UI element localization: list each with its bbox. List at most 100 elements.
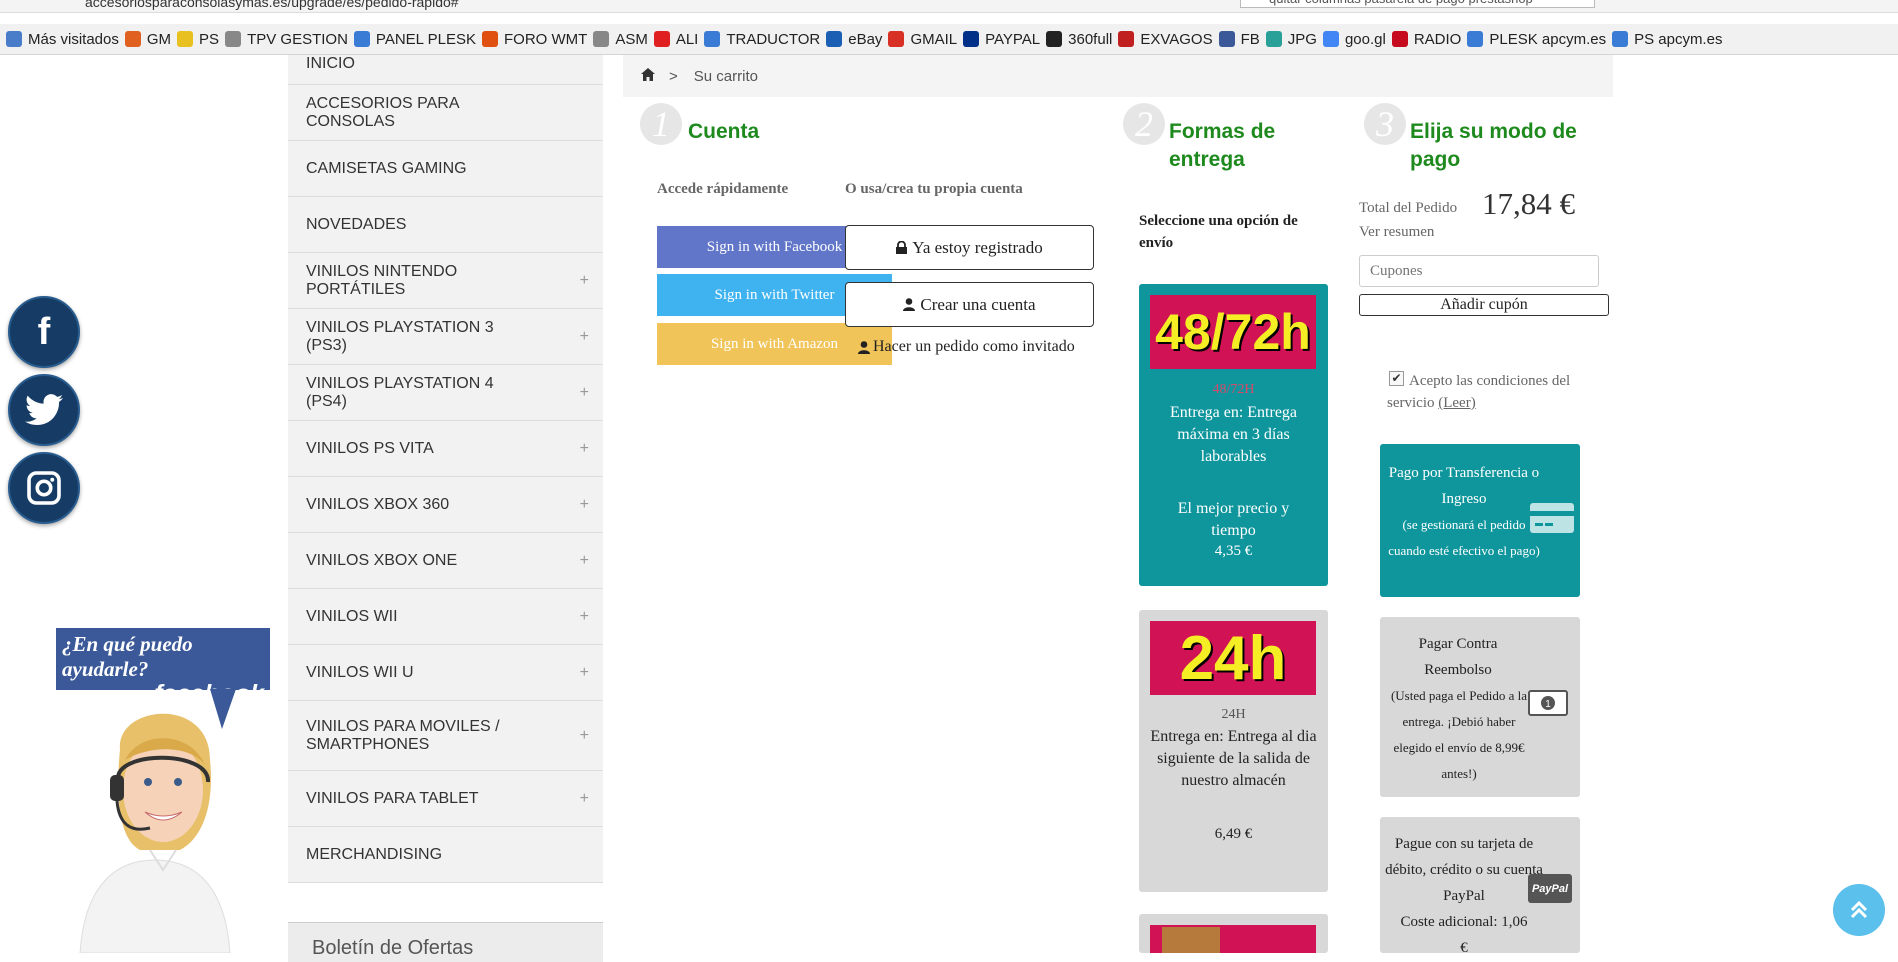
bookmark-item[interactable]: FB: [1218, 31, 1260, 48]
bookmark-favicon-icon: [1612, 31, 1629, 47]
category-item[interactable]: VINILOS XBOX ONE +: [288, 533, 603, 589]
category-item[interactable]: VINILOS NINTENDO PORTÁTILES +: [288, 253, 603, 309]
expand-icon[interactable]: +: [580, 608, 589, 626]
category-item[interactable]: VINILOS PLAYSTATION 4 (PS4) +: [288, 365, 603, 421]
order-total-label: Total del Pedido: [1359, 200, 1458, 216]
step-2-number: 2: [1123, 103, 1165, 145]
support-agent-image[interactable]: [60, 690, 250, 953]
bookmark-item[interactable]: PLESK apcym.es: [1467, 31, 1606, 48]
shipping-option-24h[interactable]: 24h 24H Entrega en: Entrega al dia sigui…: [1139, 610, 1328, 892]
twitter-icon[interactable]: [8, 374, 80, 446]
bookmark-favicon-icon: [225, 31, 242, 47]
payment-title: Pagar Contra Reembolso: [1418, 636, 1498, 678]
bookmark-label: PS: [199, 30, 220, 48]
guest-order-link[interactable]: Hacer un pedido como invitado: [858, 338, 1075, 356]
add-coupon-button[interactable]: Añadir cupón: [1359, 294, 1609, 316]
bookmark-label: PS apcym.es: [1634, 30, 1723, 48]
payment-transfer[interactable]: Pago por Transferencia o Ingreso (se ges…: [1380, 444, 1580, 597]
bookmark-item[interactable]: FORO WMT: [481, 31, 587, 48]
registered-button[interactable]: Ya estoy registrado: [845, 225, 1094, 270]
expand-icon[interactable]: +: [580, 790, 589, 808]
address-bar[interactable]: accesoriosparaconsolasymas.es/upgrade/es…: [0, 0, 1898, 13]
bookmark-item[interactable]: TRADUCTOR: [704, 31, 820, 48]
category-label: VINILOS PS VITA: [306, 439, 434, 457]
expand-icon[interactable]: +: [580, 496, 589, 514]
bookmark-item[interactable]: GMAIL: [888, 31, 957, 48]
step-1-number: 1: [640, 103, 682, 145]
credit-card-icon: [1530, 503, 1574, 533]
shipping-price: 4,35 €: [1214, 543, 1253, 559]
bookmark-label: Más visitados: [28, 30, 119, 48]
category-item[interactable]: NOVEDADES: [288, 197, 603, 253]
expand-icon[interactable]: +: [580, 552, 589, 570]
home-icon[interactable]: [641, 67, 655, 85]
expand-icon[interactable]: +: [580, 664, 589, 682]
expand-icon[interactable]: +: [580, 440, 589, 458]
bookmark-label: EXVAGOS: [1140, 30, 1213, 48]
bookmark-item[interactable]: 360full: [1046, 31, 1112, 48]
own-account-label: O usa/crea tu propia cuenta: [845, 181, 1023, 197]
payment-detail: (se gestionará el pedido cuando esté efe…: [1388, 517, 1540, 558]
payment-cod[interactable]: Pagar Contra Reembolso (Usted paga el Pe…: [1380, 617, 1580, 797]
bookmark-item[interactable]: RADIO: [1391, 31, 1461, 48]
bookmark-item[interactable]: PS: [177, 31, 219, 48]
order-summary-link[interactable]: Ver resumen: [1359, 224, 1434, 241]
bookmark-item[interactable]: TPV GESTION: [225, 31, 348, 48]
help-chat-bubble[interactable]: ¿En qué puedo ayudarle? facebook: [56, 628, 270, 708]
step-3-title: Elija su modo de pago: [1410, 120, 1577, 171]
category-item[interactable]: VINILOS PARA MOVILES / SMARTPHONES +: [288, 701, 603, 771]
category-item[interactable]: VINILOS XBOX 360 +: [288, 477, 603, 533]
amazon-signin-button[interactable]: Sign in with Amazon: [657, 323, 892, 365]
bookmark-item[interactable]: goo.gl: [1322, 31, 1386, 48]
bookmark-item[interactable]: EXVAGOS: [1118, 30, 1213, 48]
expand-icon[interactable]: +: [580, 328, 589, 346]
category-item[interactable]: VINILOS WII +: [288, 589, 603, 645]
payment-paypal[interactable]: Pague con su tarjeta de débito, crédito …: [1380, 817, 1580, 956]
shipping-note: El mejor precio y tiempo: [1177, 500, 1290, 539]
category-item[interactable]: MERCHANDISING: [288, 827, 603, 883]
category-item[interactable]: ACCESORIOS PARA CONSOLAS: [288, 85, 603, 141]
category-label: VINILOS WII: [306, 607, 398, 625]
browser-search-input[interactable]: quitar columnas pasarela de pago prestas…: [1240, 0, 1595, 8]
bookmark-item[interactable]: JPG: [1265, 31, 1317, 48]
bookmark-item[interactable]: ALI: [653, 30, 699, 48]
bookmark-label: ALI: [675, 30, 699, 48]
bookmark-favicon-icon: [826, 31, 843, 47]
payment-title: Pague con su tarjeta de débito, crédito …: [1385, 836, 1543, 904]
category-label: VINILOS XBOX 360: [306, 495, 450, 513]
shipping-desc: Entrega en: Entrega al dia siguiente de …: [1150, 728, 1317, 789]
bookmark-item[interactable]: eBay: [826, 31, 882, 48]
user-icon: [858, 340, 870, 354]
create-account-button[interactable]: Crear una cuenta: [845, 282, 1094, 327]
bookmark-item[interactable]: PANEL PLESK: [353, 31, 476, 48]
category-item[interactable]: VINILOS PARA TABLET +: [288, 771, 603, 827]
expand-icon[interactable]: +: [580, 384, 589, 402]
bookmark-item[interactable]: GM: [124, 31, 171, 48]
terms-read-link[interactable]: (Leer): [1438, 395, 1475, 411]
payment-detail: Coste adicional: 1,06 €: [1400, 914, 1528, 956]
category-item[interactable]: VINILOS PLAYSTATION 3 (PS3) +: [288, 309, 603, 365]
category-item[interactable]: CAMISETAS GAMING: [288, 141, 603, 197]
facebook-icon[interactable]: f: [8, 296, 80, 368]
bookmark-item[interactable]: ASM: [593, 31, 648, 48]
bookmark-item[interactable]: Más visitados: [6, 31, 119, 48]
category-item[interactable]: VINILOS PS VITA +: [288, 421, 603, 477]
category-item[interactable]: VINILOS WII U +: [288, 645, 603, 701]
expand-icon[interactable]: +: [580, 727, 589, 745]
shipping-option-48-72h[interactable]: 48/72h 48/72H Entrega en: Entrega máxima…: [1139, 284, 1328, 586]
expand-icon[interactable]: +: [580, 272, 589, 290]
bookmark-item[interactable]: PS apcym.es: [1612, 31, 1722, 48]
bookmarks-bar: Más visitados GM PS TPV GESTION PANEL PLESK F…: [0, 24, 1898, 55]
scroll-to-top-button[interactable]: [1833, 884, 1885, 936]
shipping-option-3[interactable]: [1139, 914, 1328, 953]
bookmark-favicon-icon: [6, 31, 22, 47]
category-label: CAMISETAS GAMING: [306, 159, 467, 177]
instagram-icon[interactable]: [8, 452, 80, 524]
coupon-input[interactable]: [1359, 255, 1599, 287]
lock-icon: [896, 241, 908, 254]
bookmark-label: TPV GESTION: [247, 30, 348, 48]
category-item[interactable]: INICIO: [288, 55, 603, 85]
bookmark-label: PAYPAL: [985, 30, 1041, 48]
bookmark-label: ASM: [615, 30, 648, 48]
bookmark-item[interactable]: PAYPAL: [963, 31, 1040, 48]
